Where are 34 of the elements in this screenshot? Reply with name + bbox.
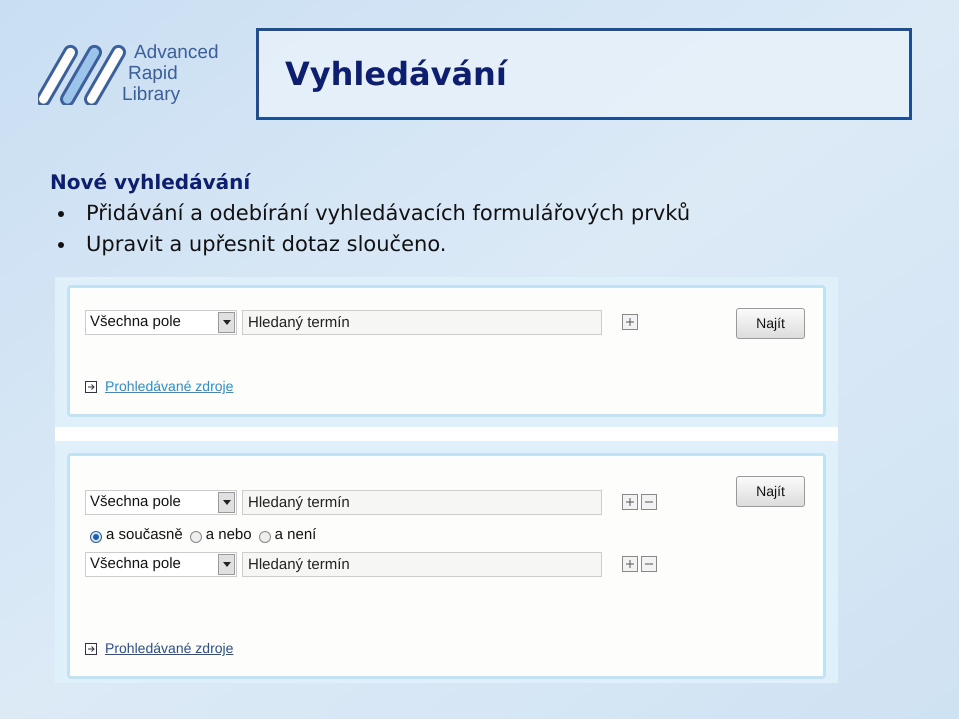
section-heading: Nové vyhledávání xyxy=(50,170,252,194)
search-button[interactable]: Najít xyxy=(736,308,805,339)
search-button[interactable]: Najít xyxy=(736,476,805,507)
sources-link[interactable]: Prohledávané zdroje xyxy=(105,638,234,659)
radio-label: a současně xyxy=(106,524,183,545)
field-dropdown[interactable]: Všechna pole xyxy=(85,310,237,334)
bullet-icon xyxy=(58,210,64,216)
radio-button[interactable] xyxy=(258,530,271,542)
caret-icon xyxy=(218,554,235,574)
caret-icon xyxy=(218,312,235,332)
minus-icon[interactable] xyxy=(641,494,657,510)
minus-icon[interactable] xyxy=(641,556,657,572)
search-term-input[interactable]: Hledaný termín xyxy=(242,310,602,334)
radio-button[interactable] xyxy=(190,530,202,542)
radio-button[interactable] xyxy=(90,530,102,542)
radio-label: a není xyxy=(274,524,316,545)
expand-icon[interactable] xyxy=(85,380,97,392)
bullet-text: Přidávání a odebírání vyhledávacích formulářových prvků xyxy=(86,200,690,227)
slide-title: Vyhledávání xyxy=(285,54,507,95)
logo-text: Advanced xyxy=(134,42,219,63)
logo-text: Rapid xyxy=(128,63,179,84)
logo-text: Library xyxy=(122,84,182,105)
bullet-text: Upravit a upřesnit dotaz sloučeno. xyxy=(86,230,446,258)
expand-icon[interactable] xyxy=(85,642,97,654)
radio-label: a nebo xyxy=(206,524,252,545)
plus-icon[interactable] xyxy=(622,494,638,510)
search-term-input[interactable]: Hledaný termín xyxy=(242,552,602,576)
search-term-input[interactable]: Hledaný termín xyxy=(242,490,602,514)
bullet-icon xyxy=(58,242,64,248)
caret-icon xyxy=(218,492,235,512)
field-dropdown[interactable]: Všechna pole xyxy=(85,490,237,514)
plus-icon[interactable] xyxy=(622,314,638,330)
field-dropdown[interactable]: Všechna pole xyxy=(85,552,237,576)
plus-icon[interactable] xyxy=(622,556,638,572)
